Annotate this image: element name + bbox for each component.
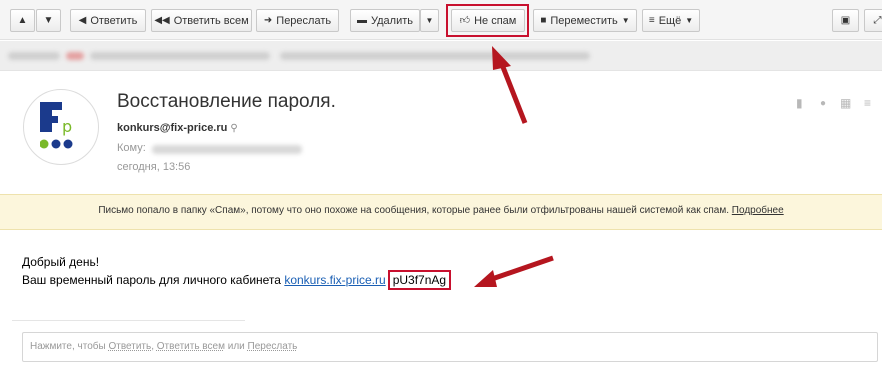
spam-notice: Письмо попало в папку «Спам», потому что… [0,194,882,230]
password-line-prefix: Ваш временный пароль для личного кабинет… [22,273,281,287]
reply-icon: ◀ [78,14,87,26]
more-button[interactable]: ≡ Ещё ▼ [642,9,700,32]
delete-dropdown[interactable]: ▼ [420,9,439,32]
theme-button[interactable]: ▣ [832,9,859,32]
blurred-text [8,52,60,60]
blurred-text [280,52,590,60]
recipient-blurred [152,145,302,154]
blurred-text [66,52,84,60]
fix-price-logo: p [40,102,73,149]
more-info-link[interactable]: Подробнее [732,205,784,216]
toolbar: ▲ ▼ ◀ Ответить ◀◀ Ответить всем ➜ Пересл… [0,0,882,40]
password-line: Ваш временный пароль для личного кабинет… [22,270,452,290]
email-date: сегодня, 13:56 [117,161,191,173]
bookmark-icon[interactable]: ▮ [796,96,803,110]
spam-notice-text: Письмо попало в папку «Спам», потому что… [98,205,730,216]
reply-all-label: Ответить всем [173,14,249,27]
highlight-not-spam [446,4,529,37]
reply-all-icon: ◀◀ [154,14,170,26]
more-icon[interactable]: ≡ [864,96,871,110]
calendar-icon[interactable]: ▦ [840,96,851,110]
expand-button[interactable]: ⤢ [864,9,882,32]
password-value: pU3f7nAg [387,270,452,290]
dot-icon[interactable]: ● [820,98,826,109]
move-button[interactable]: ■ Переместить ▼ [533,9,637,32]
sender-address[interactable]: konkurs@fix-price.ru ⚲ [117,122,238,134]
reply-label: Ответить [90,14,138,27]
blurred-bar [0,41,882,71]
up-icon: ▲ [17,14,28,26]
reply-comma: , [151,341,154,352]
folder-icon: ■ [540,14,547,26]
forward-icon: ➜ [263,14,273,26]
menu-icon: ≡ [648,14,655,26]
forward-button[interactable]: ➜ Переслать [256,9,339,32]
reply-all-button[interactable]: ◀◀ Ответить всем [151,9,252,32]
sender-email[interactable]: konkurs@fix-price.ru [117,122,227,134]
move-label: Переместить [550,14,618,27]
divider [12,320,245,321]
delete-button[interactable]: ▬ Удалить [350,9,420,32]
quick-forward-link[interactable]: Переслать [248,341,298,352]
print-icon: ▣ [840,14,851,26]
reply-prefix: Нажмите, чтобы [30,341,106,352]
expand-icon: ⤢ [873,14,882,26]
arrow-annotation [474,46,554,287]
chevron-down-icon: ▼ [685,16,694,25]
trash-icon: ▬ [357,14,367,26]
chevron-down-icon: ▼ [621,16,630,25]
quick-reply-all-link[interactable]: Ответить всем [157,341,225,352]
quick-reply-link[interactable]: Ответить [108,341,151,352]
delete-label: Удалить [371,14,413,27]
reply-button[interactable]: ◀ Ответить [70,9,146,32]
to-label: Кому: [117,142,146,154]
down-icon: ▼ [43,14,54,26]
forward-label: Переслать [276,14,332,27]
svg-text:p: p [62,117,72,136]
cabinet-link[interactable]: konkurs.fix-price.ru [284,273,385,287]
reply-or: или [227,341,245,352]
blurred-text [90,52,270,60]
prev-message-button[interactable]: ▲ [10,9,35,32]
quick-reply-box[interactable]: Нажмите, чтобы Ответить, Ответить всем и… [22,332,878,362]
next-message-button[interactable]: ▼ [36,9,61,32]
greeting: Добрый день! [22,255,100,269]
chevron-down-icon: ▼ [425,16,434,25]
email-subject: Восстановление пароля. [117,91,336,112]
more-label: Ещё [658,14,682,27]
search-icon[interactable]: ⚲ [230,123,237,134]
